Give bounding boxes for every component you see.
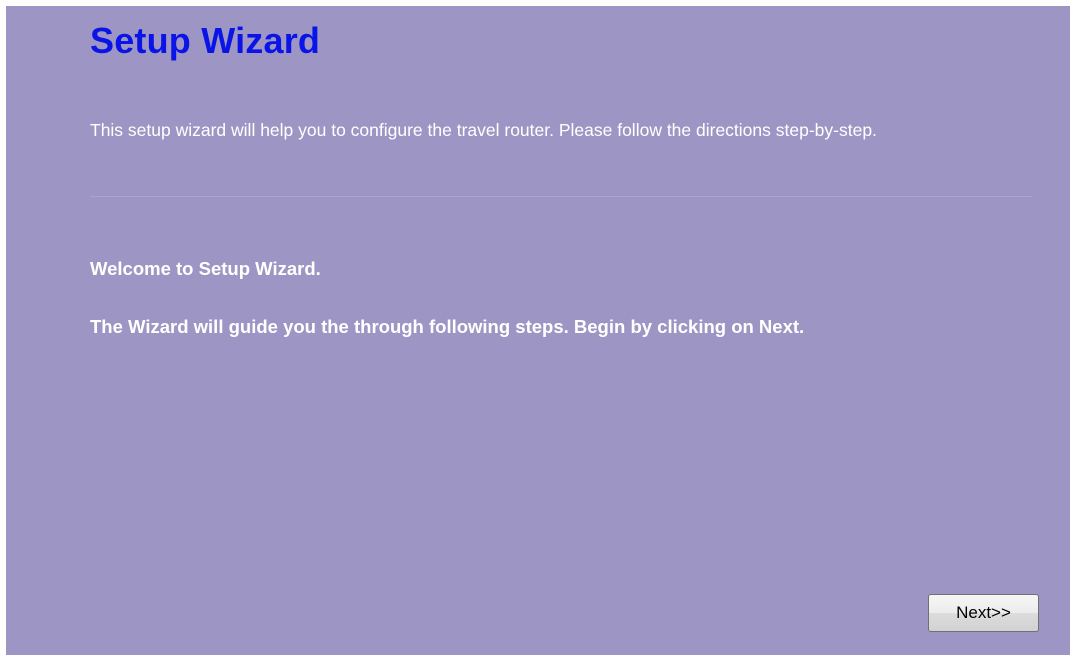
intro-text: This setup wizard will help you to confi… bbox=[90, 120, 877, 140]
page-title: Setup Wizard bbox=[90, 20, 321, 61]
welcome-text: Welcome to Setup Wizard. bbox=[90, 258, 321, 279]
next-button[interactable]: Next>> bbox=[928, 594, 1039, 632]
guide-text: The Wizard will guide you the through fo… bbox=[90, 316, 805, 337]
divider bbox=[90, 196, 1032, 197]
wizard-panel: Setup Wizard This setup wizard will help… bbox=[6, 6, 1070, 655]
